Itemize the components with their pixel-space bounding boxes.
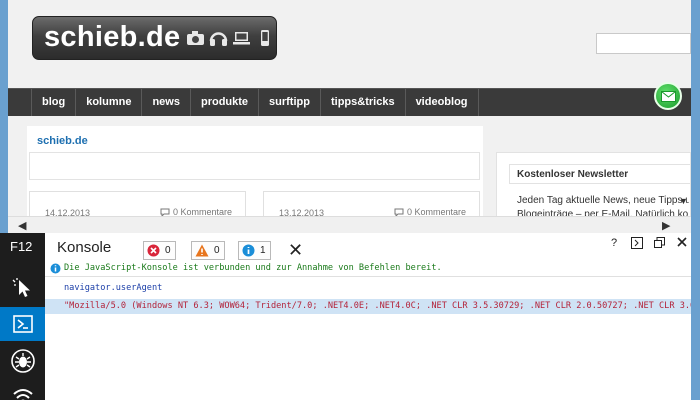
- console-command-text: navigator.userAgent: [64, 283, 163, 293]
- warning-filter-button[interactable]: 0: [191, 241, 225, 260]
- nav-item-videoblog[interactable]: videoblog: [406, 89, 479, 116]
- undock-button[interactable]: [631, 237, 643, 252]
- envelope-icon: [661, 91, 676, 102]
- nav-item-kolumne[interactable]: kolumne: [76, 89, 143, 116]
- restore-icon: [654, 237, 665, 248]
- nav-item-news[interactable]: news: [142, 89, 191, 116]
- help-button[interactable]: ?: [611, 237, 617, 249]
- dock-icon: [631, 237, 643, 249]
- message-filter-button[interactable]: 1: [238, 241, 271, 260]
- phone-icon: [261, 30, 269, 46]
- info-icon: [50, 263, 61, 274]
- newsletter-title: Kostenloser Newsletter: [509, 164, 691, 184]
- main-navigation: blog kolumne news produkte surftipp tipp…: [8, 88, 691, 116]
- clear-console-icon[interactable]: ✕: [288, 240, 303, 260]
- console-panel: Konsole 0 0 1 ✕ ? Die JavaScript-Konsole…: [45, 233, 691, 400]
- site-search-input[interactable]: [596, 33, 691, 54]
- devtools-f12-label: F12: [10, 239, 33, 254]
- nav-item-tipps-tricks[interactable]: tipps&tricks: [321, 89, 406, 116]
- logo-icons: [186, 29, 274, 47]
- newsletter-text-line: Jeden Tag aktuelle News, neue Tipps u: [517, 195, 689, 206]
- scroll-right-arrow-icon[interactable]: ▶: [662, 219, 670, 232]
- browser-viewport: schieb.de blog kolumne news produkte sur…: [8, 0, 691, 233]
- camera-icon: [187, 31, 204, 45]
- scroll-down-arrow-icon[interactable]: ▼: [679, 196, 688, 206]
- email-newsletter-icon[interactable]: [654, 82, 682, 110]
- developer-tools: F12 Konsole 0 0 1 ✕ ? Die JavaScript-Kon…: [0, 233, 691, 400]
- console-output: Die JavaScript-Konsole ist verbunden und…: [45, 261, 691, 314]
- message-count: 1: [260, 245, 266, 256]
- close-devtools-button[interactable]: [677, 237, 687, 250]
- site-logo[interactable]: schieb.de: [32, 16, 277, 60]
- console-prompt-icon: [12, 315, 33, 333]
- warning-count: 0: [214, 245, 220, 256]
- content-banner: [29, 152, 480, 180]
- error-filter-button[interactable]: 0: [143, 241, 176, 260]
- bug-icon: [10, 348, 35, 373]
- headphones-icon: [209, 32, 228, 46]
- devtools-tool-rail: F12: [0, 233, 45, 400]
- nav-item-surftipp[interactable]: surftipp: [259, 89, 321, 116]
- error-icon: [147, 244, 160, 257]
- logo-text: schieb.de: [44, 21, 181, 53]
- scroll-left-arrow-icon[interactable]: ◀: [18, 219, 26, 232]
- nav-item-blog[interactable]: blog: [31, 89, 77, 116]
- breadcrumb[interactable]: schieb.de: [37, 135, 88, 147]
- info-icon: [242, 244, 255, 257]
- nav-item-produkte[interactable]: produkte: [191, 89, 260, 116]
- warning-icon: [195, 244, 209, 257]
- network-icon[interactable]: [7, 380, 38, 400]
- console-title: Konsole: [57, 239, 112, 256]
- console-icon[interactable]: [0, 307, 45, 341]
- console-info-text: Die JavaScript-Konsole ist verbunden und…: [64, 263, 442, 273]
- laptop-icon: [233, 32, 250, 45]
- console-info-line: Die JavaScript-Konsole ist verbunden und…: [45, 261, 691, 277]
- console-result-line[interactable]: "Mozilla/5.0 (Windows NT 6.3; WOW64; Tri…: [45, 299, 691, 314]
- debugger-icon[interactable]: [7, 345, 38, 376]
- dom-explorer-icon[interactable]: [7, 273, 38, 304]
- cursor-select-icon: [12, 277, 30, 297]
- restore-button[interactable]: [654, 237, 665, 251]
- console-result-text: "Mozilla/5.0 (Windows NT 6.3; WOW64; Tri…: [64, 301, 691, 311]
- console-command-line[interactable]: navigator.userAgent: [45, 281, 691, 296]
- error-count: 0: [165, 245, 171, 256]
- close-icon: [677, 237, 687, 247]
- window-frame-right: [691, 0, 700, 400]
- wifi-icon: [12, 388, 33, 400]
- horizontal-scrollbar[interactable]: ◀ ▶: [8, 216, 691, 233]
- window-frame-left: [0, 0, 8, 233]
